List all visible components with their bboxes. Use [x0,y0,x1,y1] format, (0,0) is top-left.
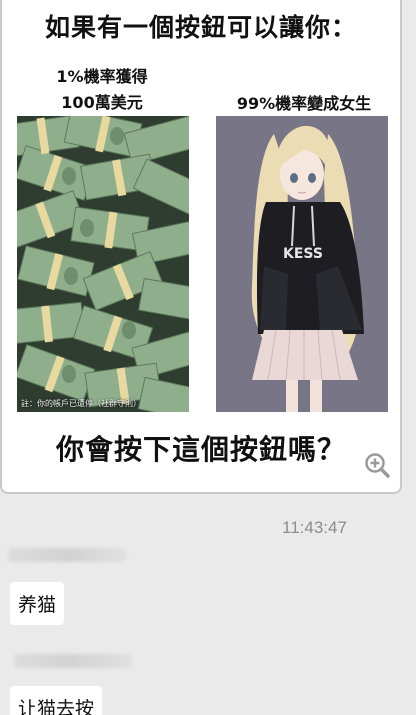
sender-name-blurred [8,548,126,562]
chat-bubble[interactable]: 让猫去按 [10,686,103,715]
money-caption: 1%機率獲得 100萬美元 [22,64,182,116]
sender-name-blurred [14,654,132,668]
girl-caption: 99%機率變成女生 [236,94,372,113]
meme-question: 你會按下這個按鈕嗎？ [55,433,346,466]
money-caption-line1: 1%機率獲得 [56,67,148,86]
hoodie-logo: KESS [283,246,323,262]
zoom-in-icon[interactable] [364,452,390,478]
image-message-card[interactable]: 如果有一個按鈕可以讓你： 1%機率獲得 100萬美元 99%機率變成女生 註：你… [0,0,402,494]
anime-girl-image: KESS [216,116,388,412]
chat-bubble[interactable]: 养猫 [10,582,65,625]
image-watermark: 註：你的帳戶已遭停（社群守則） [21,399,141,408]
money-caption-line2: 100萬美元 [61,93,143,112]
message-timestamp: 11:43:47 [282,518,347,537]
meme-title: 如果有一個按鈕可以讓你： [44,13,357,42]
money-pile-image: 註：你的帳戶已遭停（社群守則） [17,116,189,412]
